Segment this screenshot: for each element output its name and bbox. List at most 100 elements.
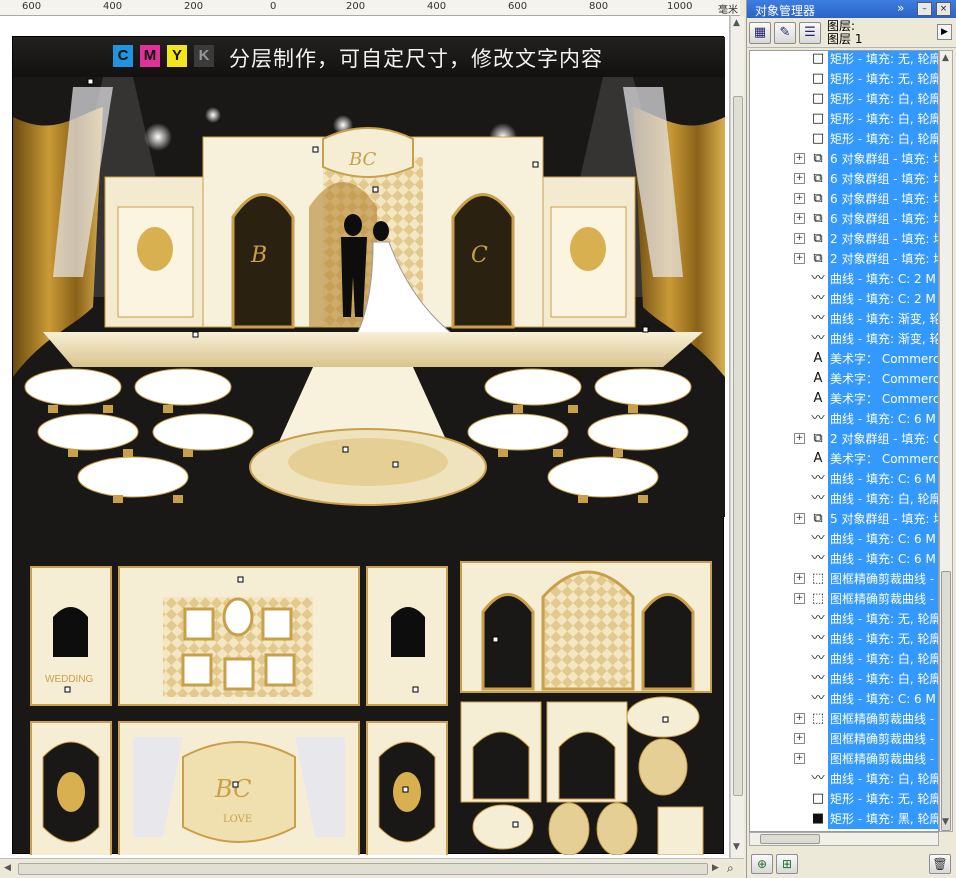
object-list-horizontal-scrollbar[interactable] — [749, 832, 939, 846]
expand-toggle-icon[interactable]: + — [794, 753, 805, 764]
expand-toggle-icon[interactable]: + — [794, 253, 805, 264]
object-list-item[interactable]: + 图框精确剪裁曲线 - — [750, 729, 938, 749]
object-list-item[interactable]: + ⧉ 2 对象群组 - 填充: 均 — [750, 249, 938, 269]
object-list-item[interactable]: 〰曲线 - 填充: 白, 轮廓 — [750, 649, 938, 669]
zoom-icon[interactable]: ⌕ — [727, 861, 734, 876]
close-icon[interactable]: × — [936, 2, 951, 16]
scroll-left-icon[interactable]: ◀ — [4, 863, 11, 873]
powerclip-icon: ⬚ — [811, 591, 825, 606]
object-list-item[interactable]: A 美术字： Commerc — [750, 369, 938, 389]
expand-toggle-icon[interactable]: + — [794, 193, 805, 204]
object-list-scroll-thumb[interactable] — [941, 571, 951, 831]
expand-toggle-icon[interactable]: + — [794, 713, 805, 724]
object-list-item[interactable]: 〰曲线 - 填充: C: 2 M — [750, 289, 938, 309]
object-list-vertical-scrollbar[interactable]: ▲ ▼ — [939, 50, 953, 832]
expand-toggle-icon[interactable]: + — [794, 433, 805, 444]
object-list-item[interactable]: □ 矩形 - 填充: 无, 轮廓 — [750, 51, 938, 69]
object-list-item[interactable]: □ 矩形 - 填充: 白, 轮廓 — [750, 109, 938, 129]
object-list[interactable]: □ 矩形 - 填充: 无, 轮廓 □ 矩形 - 填充: 无, 轮廓 □ 矩形 - 填充: … — [749, 50, 939, 832]
edit-across-layers-icon[interactable]: ✎ — [774, 22, 796, 44]
scroll-down-icon[interactable]: ▼ — [942, 817, 949, 827]
curve-icon: 〰 — [811, 331, 825, 346]
minimize-button[interactable]: – — [917, 2, 932, 16]
object-list-item[interactable]: + ⧉ 6 对象群组 - 填充: 均 — [750, 149, 938, 169]
wedding-stage-artwork[interactable]: B C BC WEDDING BC LOVE — [13, 77, 725, 855]
expand-toggle-icon[interactable]: + — [794, 173, 805, 184]
ruler-label: 400 — [427, 1, 447, 12]
rect-icon: □ — [811, 791, 825, 806]
object-list-item[interactable]: 〰曲线 - 填充: C: 6 M — [750, 409, 938, 429]
object-list-item[interactable]: A 美术字： Commerc — [750, 349, 938, 369]
expand-toggle-icon[interactable]: + — [794, 733, 805, 744]
crest-monogram-large: BC — [214, 775, 251, 803]
object-list-item[interactable]: + 图框精确剪裁曲线 - — [750, 749, 938, 769]
object-list-hscroll-thumb[interactable] — [760, 834, 820, 844]
panel-titlebar[interactable]: 对象管理器 » – × — [747, 0, 956, 18]
object-list-item[interactable]: 〰曲线 - 填充: 白, 轮廓 — [750, 769, 938, 789]
new-master-layer-icon[interactable]: ⊞ — [776, 854, 798, 874]
object-list-item[interactable]: + ⧉ 6 对象群组 - 填充: 均 — [750, 209, 938, 229]
expand-toggle-icon[interactable]: + — [794, 593, 805, 604]
object-list-item[interactable]: 〰曲线 - 填充: 白, 轮廓 — [750, 489, 938, 509]
scroll-up-icon[interactable]: ▲ — [942, 53, 949, 63]
scroll-down-icon[interactable]: ▼ — [733, 842, 740, 852]
object-list-item[interactable]: 〰曲线 - 填充: 无, 轮廓 — [750, 609, 938, 629]
expand-toggle-icon[interactable]: + — [794, 153, 805, 164]
expand-toggle-icon[interactable]: + — [794, 513, 805, 524]
scroll-up-icon[interactable]: ▲ — [733, 18, 740, 28]
object-list-item[interactable]: + ⧉ 6 对象群组 - 填充: 均 — [750, 169, 938, 189]
object-list-item[interactable]: 〰曲线 - 填充: 无, 轮廓 — [750, 629, 938, 649]
object-list-item[interactable]: 〰曲线 - 填充: 渐变, 轮 — [750, 329, 938, 349]
object-list-item[interactable]: 〰曲线 - 填充: 渐变, 轮 — [750, 309, 938, 329]
expand-toggle-icon[interactable]: + — [794, 233, 805, 244]
object-list-item[interactable]: A 美术字： Commerc — [750, 389, 938, 409]
expand-toggle-icon[interactable]: + — [794, 213, 805, 224]
arch-letter-b: B — [250, 243, 267, 268]
object-list-item[interactable]: 〰曲线 - 填充: C: 6 M — [750, 549, 938, 569]
object-list-item[interactable]: 〰曲线 - 填充: C: 6 M — [750, 469, 938, 489]
object-list-item-label: 美术字： Commerc — [828, 369, 938, 389]
delete-icon[interactable]: 🗑 — [929, 854, 951, 874]
object-list-item-label: 曲线 - 填充: C: 2 M — [828, 289, 938, 309]
object-list-item-label: 6 对象群组 - 填充: 均 — [828, 189, 938, 209]
canvas-horizontal-scrollbar[interactable]: ◀ ▶ ⌕ — [0, 858, 744, 878]
scroll-right-icon[interactable]: ▶ — [712, 863, 719, 873]
object-list-item[interactable]: + ⬚ 图框精确剪裁曲线 - — [750, 589, 938, 609]
object-list-item-label: 曲线 - 填充: C: 6 M — [828, 549, 938, 569]
object-list-item[interactable]: + ⬚ 图框精确剪裁曲线 - — [750, 709, 938, 729]
object-list-item[interactable]: + ⧉ 2 对象群组 - 填充: C — [750, 429, 938, 449]
object-list-item-label: 曲线 - 填充: 白, 轮廓 — [828, 669, 938, 689]
panel-expand-icon[interactable]: » — [897, 1, 904, 15]
show-object-properties-icon[interactable]: ▦ — [749, 22, 771, 44]
canvas-vertical-scrollbar[interactable]: ▲ ▼ — [730, 16, 744, 858]
object-list-item[interactable]: □ 矩形 - 填充: 白, 轮廓 — [750, 89, 938, 109]
object-list-item[interactable]: 〰曲线 - 填充: C: 6 M — [750, 689, 938, 709]
expand-toggle-icon[interactable]: + — [794, 573, 805, 584]
object-list-item[interactable]: + ⧉ 6 对象群组 - 填充: 均 — [750, 189, 938, 209]
object-list-item[interactable]: + ⧉ 5 对象群组 - 填充: 均 — [750, 509, 938, 529]
horizontal-ruler[interactable]: 600 400 200 0 200 400 600 800 1000 毫米 — [0, 0, 740, 16]
curve-icon: 〰 — [811, 551, 825, 566]
object-list-item[interactable]: + ⧉ 2 对象群组 - 填充: 均 — [750, 229, 938, 249]
ruler-label: 1000 — [667, 1, 693, 12]
object-list-item[interactable]: □ 矩形 - 填充: 无, 轮廓 — [750, 789, 938, 809]
design-page[interactable]: C M Y K 分层制作，可自定尺寸，修改文字内容 B C BC WEDDING… — [12, 36, 725, 855]
object-list-item[interactable]: □ 矩形 - 填充: 白, 轮廓 — [750, 129, 938, 149]
layer-manager-view-icon[interactable]: ☰ — [799, 22, 821, 44]
object-list-item[interactable]: A 美术字： Commerc — [750, 449, 938, 469]
object-list-item-label: 图框精确剪裁曲线 - — [828, 709, 938, 729]
object-list-item-label: 图框精确剪裁曲线 - — [828, 749, 938, 769]
drawing-canvas[interactable]: C M Y K 分层制作，可自定尺寸，修改文字内容 B C BC WEDDING… — [0, 16, 730, 858]
canvas-vertical-scroll-thumb[interactable] — [733, 96, 743, 796]
object-list-item[interactable]: + ⬚ 图框精确剪裁曲线 - — [750, 569, 938, 589]
object-list-item[interactable]: 〰曲线 - 填充: C: 2 M — [750, 269, 938, 289]
new-layer-icon[interactable]: ⊕ — [751, 854, 773, 874]
object-list-item[interactable]: □ 矩形 - 填充: 无, 轮廓 — [750, 69, 938, 89]
object-list-item[interactable]: 〰曲线 - 填充: 白, 轮廓 — [750, 669, 938, 689]
object-list-item[interactable]: ■ 矩形 - 填充: 黑, 轮廓 — [750, 809, 938, 829]
artistic-text-icon: A — [813, 351, 823, 366]
panel-menu-arrow-icon[interactable]: ▶ — [937, 24, 952, 40]
object-list-item[interactable]: 〰曲线 - 填充: C: 6 M — [750, 529, 938, 549]
ruler-unit: 毫米 — [718, 5, 738, 16]
canvas-horizontal-scroll-thumb[interactable] — [18, 863, 708, 875]
